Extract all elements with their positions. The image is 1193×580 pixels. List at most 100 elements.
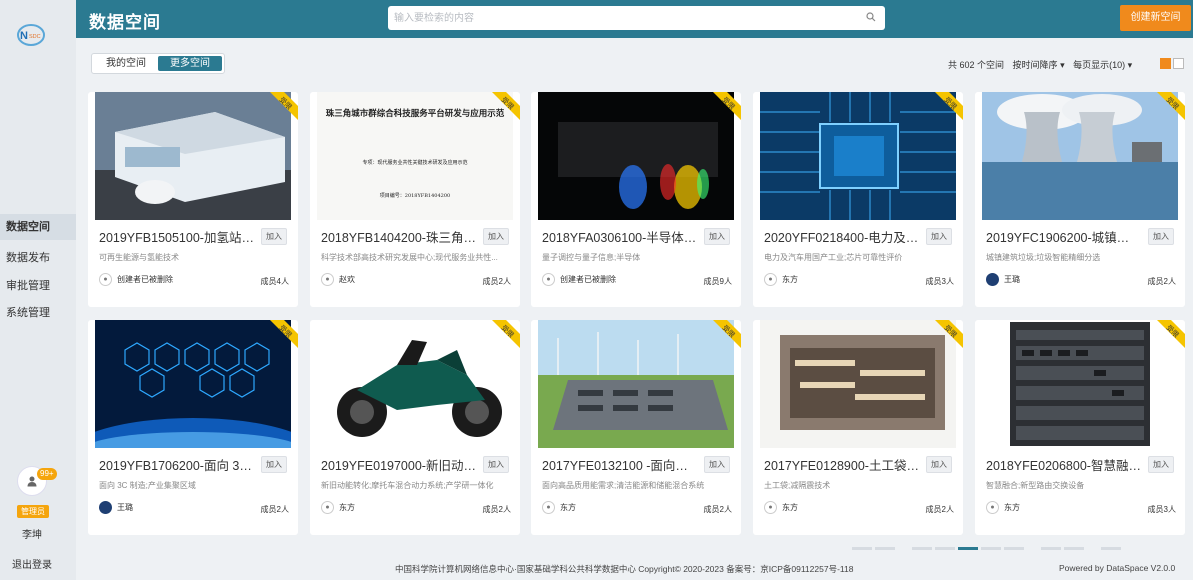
space-card[interactable]: 受限 2019YFE0197000-新旧动能... 加入新旧动能转化;摩托车混合动力…	[310, 320, 520, 535]
sort-label: 按时间降序	[1012, 60, 1058, 70]
owner-name: 王璐	[117, 503, 133, 512]
member-count: 成员3人	[1147, 505, 1176, 514]
list-toolbar: 共 602 个空间 按时间降序 ▾ 每页显示(10) ▾	[948, 58, 1138, 71]
per-page-dropdown[interactable]: 每页显示(10) ▾	[1073, 60, 1132, 70]
sidebar-item-data-space[interactable]: 数据空间	[0, 214, 76, 240]
logout-button[interactable]: 退出登录	[12, 556, 52, 571]
grid-view-icon[interactable]	[1160, 58, 1171, 69]
space-thumbnail[interactable]	[538, 320, 734, 448]
join-button[interactable]: 加入	[1148, 228, 1174, 245]
owner-name: 东方	[782, 503, 798, 512]
space-title[interactable]: 2019YFB1706200-面向 3C ...	[99, 455, 254, 474]
space-title[interactable]: 2017YFE0132100 -面向高品...	[542, 455, 697, 474]
space-owner: 王璐	[99, 501, 133, 514]
sidebar-item-system[interactable]: 系统管理	[6, 304, 50, 320]
restricted-ribbon: 受限	[935, 92, 963, 120]
space-thumbnail[interactable]	[538, 92, 734, 220]
owner-name: 东方	[560, 503, 576, 512]
pagination-indicator[interactable]	[852, 547, 1121, 550]
space-card[interactable]: 受限 2017YFE0128900-土工袋减... 加入土工袋;减隔震技术 ● 东方 成员…	[753, 320, 963, 535]
space-owner: ● 创建者已被删除	[99, 273, 173, 286]
user-name: 李坤	[22, 530, 42, 541]
join-button[interactable]: 加入	[483, 228, 509, 245]
space-thumbnail[interactable]	[760, 92, 956, 220]
owner-name: 创建者已被删除	[560, 275, 616, 284]
member-count: 成员9人	[703, 277, 732, 286]
space-card[interactable]: 受限 2018YFA0306100-半导体复... 加入 量子调控与量子信息;半导体 ●…	[531, 92, 741, 307]
svg-text:SDC: SDC	[29, 34, 41, 40]
space-title[interactable]: 2019YFE0197000-新旧动能...	[321, 455, 476, 474]
space-title[interactable]: 2017YFE0128900-土工袋减...	[764, 455, 919, 474]
space-tags: 智慧融合;新型路由交换设备	[986, 481, 1085, 490]
join-button[interactable]: 加入	[261, 228, 287, 245]
sidebar-item-approval[interactable]: 审批管理	[6, 277, 50, 293]
space-card[interactable]: 受限 2017YFE0132100 -面向高品... 加入面向高品质用能需求;清洁能…	[531, 320, 741, 535]
space-tags: 电力及汽车用国产工业;芯片可靠性评价	[764, 253, 903, 262]
space-thumbnail[interactable]	[95, 92, 291, 220]
restricted-ribbon: 受限	[492, 320, 520, 348]
create-space-button[interactable]: 创建新空间	[1120, 5, 1191, 31]
doc-subject: 专项：现代服务业共性关键技术研发及应用示范	[362, 159, 467, 166]
caret-down-icon: ▾	[1127, 60, 1133, 70]
svg-text:N: N	[20, 30, 28, 42]
space-card[interactable]: 受限 2020YFF0218400-电力及汽... 加入电力及汽车用国产工业;芯片可…	[753, 92, 963, 307]
space-thumbnail[interactable]	[95, 320, 291, 448]
space-owner: 王璐	[986, 273, 1020, 286]
user-icon: ●	[764, 273, 777, 286]
space-owner: ● 东方	[986, 501, 1020, 514]
space-title[interactable]: 2019YFB1505100-加氢站用...	[99, 227, 254, 246]
user-icon: ●	[764, 501, 777, 514]
space-thumbnail[interactable]	[317, 320, 513, 448]
space-thumbnail[interactable]	[982, 320, 1178, 448]
user-icon	[99, 501, 112, 514]
space-title[interactable]: 2020YFF0218400-电力及汽...	[764, 227, 919, 246]
space-title[interactable]: 2019YFC1906200-城镇建筑...	[986, 227, 1141, 246]
footer-powered-by: Powered by DataSpace V2.0.0	[1059, 563, 1176, 573]
tab-more-spaces[interactable]: 更多空间	[158, 56, 222, 71]
doc-title-line1: 珠三角城市群综合科技服务平台研发与应用示范	[326, 108, 505, 119]
sort-dropdown[interactable]: 按时间降序 ▾	[1013, 60, 1065, 70]
space-card[interactable]: 受限 2019YFB1505100-加氢站用... 加入 可再生能源与氢能技术 ● 创建者…	[88, 92, 298, 307]
space-owner: ● 东方	[764, 501, 798, 514]
space-thumbnail[interactable]	[760, 320, 956, 448]
member-count: 成员4人	[260, 277, 289, 286]
search-input[interactable]	[388, 6, 885, 30]
space-title[interactable]: 2018YFE0206800-智慧融合...	[986, 455, 1141, 474]
join-button[interactable]: 加入	[483, 456, 509, 473]
join-button[interactable]: 加入	[926, 228, 952, 245]
space-card[interactable]: 珠三角城市群综合科技服务平台研发与应用示范专项：现代服务业共性关键技术研发及应用…	[310, 92, 520, 307]
space-thumbnail[interactable]	[982, 92, 1178, 220]
tab-my-spaces[interactable]: 我的空间	[94, 56, 158, 71]
space-tags: 新旧动能转化;摩托车混合动力系统;产学研一体化	[321, 481, 494, 490]
space-owner: ● 东方	[321, 501, 355, 514]
app-logo[interactable]: N SDC	[15, 22, 47, 48]
join-button[interactable]: 加入	[1148, 456, 1174, 473]
join-button[interactable]: 加入	[704, 228, 730, 245]
space-tabs: 我的空间 更多空间	[91, 53, 225, 74]
space-card[interactable]: 受限 2019YFB1706200-面向 3C ... 加入 面向 3C 制造;产业集…	[88, 320, 298, 535]
restricted-ribbon: 受限	[713, 320, 741, 348]
owner-name: 东方	[782, 275, 798, 284]
space-card[interactable]: 受限 2018YFE0206800-智慧融合... 加入 智慧融合;新型路由交换设备 ●…	[975, 320, 1185, 535]
join-button[interactable]: 加入	[261, 456, 287, 473]
restricted-ribbon: 受限	[935, 320, 963, 348]
restricted-ribbon: 受限	[270, 92, 298, 120]
space-thumbnail[interactable]: 珠三角城市群综合科技服务平台研发与应用示范专项：现代服务业共性关键技术研发及应用…	[317, 92, 513, 220]
user-icon: ●	[321, 501, 334, 514]
search-icon[interactable]	[866, 12, 876, 22]
list-view-icon[interactable]	[1173, 58, 1184, 69]
member-count: 成员2人	[482, 277, 511, 286]
member-count: 成员2人	[1147, 277, 1176, 286]
sidebar-item-data-publish[interactable]: 数据发布	[6, 249, 50, 265]
space-title[interactable]: 2018YFB1404200-珠三角城...	[321, 227, 476, 246]
space-tags: 面向高品质用能需求;清洁能源和储能混合系统	[542, 481, 705, 490]
member-count: 成员2人	[925, 505, 954, 514]
owner-name: 东方	[339, 503, 355, 512]
space-tags: 土工袋;减隔震技术	[764, 481, 831, 490]
space-card[interactable]: 受限 2019YFC1906200-城镇建筑... 加入 城镇建筑垃圾;垃圾智能精细分…	[975, 92, 1185, 307]
space-title[interactable]: 2018YFA0306100-半导体复...	[542, 227, 697, 246]
page-title: 数据空间	[89, 13, 161, 32]
doc-code: 项目编号：2018YFB1404200	[380, 192, 450, 199]
join-button[interactable]: 加入	[704, 456, 730, 473]
join-button[interactable]: 加入	[926, 456, 952, 473]
